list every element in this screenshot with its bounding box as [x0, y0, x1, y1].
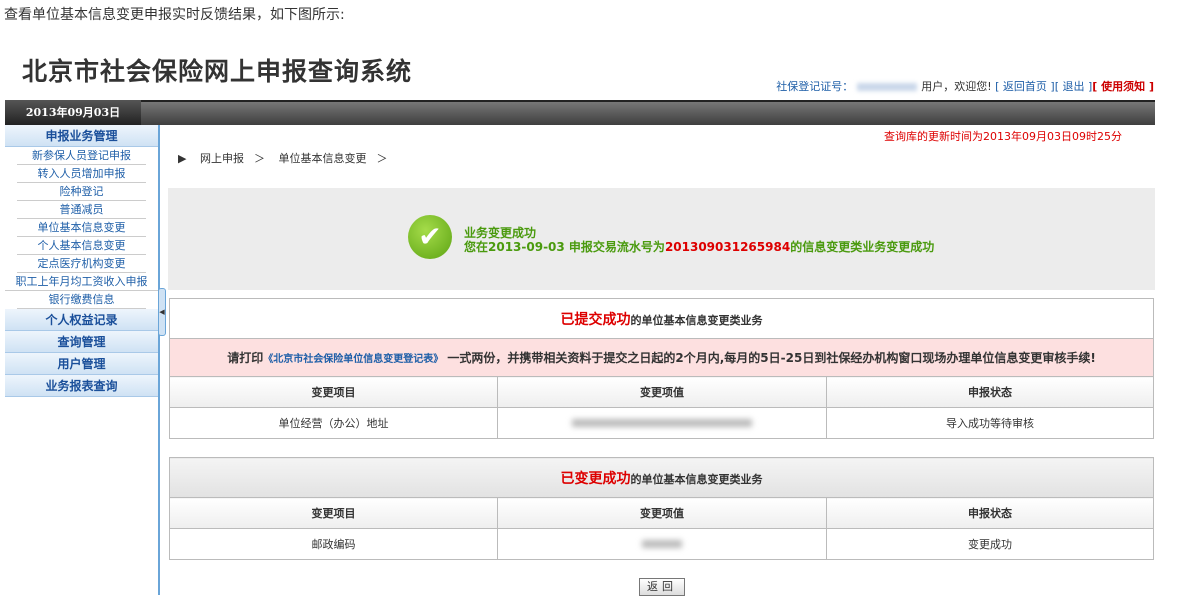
system-title: 北京市社会保险网上申报查询系统 — [22, 57, 413, 86]
notice-link[interactable]: [ 使用须知 ] — [1092, 80, 1154, 93]
declare-status: 变更成功 — [826, 528, 1154, 560]
column-header: 申报状态 — [826, 497, 1154, 529]
notice-post: 一式两份，并携带相关资料于提交之日起的2个月内,每月的5日-25日到社保经办机构… — [443, 351, 1096, 365]
breadcrumb: ▶ 网上申报 ＞ 单位基本信息变更 ＞ — [178, 150, 397, 166]
current-date: 2013年09月03日 — [5, 100, 141, 125]
breadcrumb-arrow-icon: ▶ — [178, 152, 187, 165]
change-item: 邮政编码 — [169, 528, 498, 560]
print-notice: 请打印《北京市社会保险单位信息变更登记表》 一式两份，并携带相关资料于提交之日起… — [169, 338, 1154, 377]
back-button[interactable]: 返回 — [639, 578, 685, 596]
column-header: 变更项目 — [169, 376, 498, 408]
title-status: 已提交成功 — [560, 311, 631, 328]
sidebar-item[interactable]: 定点医疗机构变更 — [17, 255, 146, 273]
success-message: 您在2013-09-03 申报交易流水号为201309031265984的信息变… — [464, 238, 934, 255]
breadcrumb-separator: ＞ — [376, 152, 388, 165]
title-rest: 的单位基本信息变更类业务 — [630, 472, 763, 486]
sidebar-group-users[interactable]: 用户管理 — [5, 353, 158, 375]
sidebar-item[interactable]: 职工上年月均工资收入申报 — [5, 273, 158, 291]
sidebar-item[interactable]: 银行缴费信息 — [17, 291, 146, 309]
breadcrumb-item[interactable]: 网上申报 — [200, 152, 244, 165]
serial-number: 201309031265984 — [664, 240, 791, 254]
breadcrumb-item[interactable]: 单位基本信息变更 — [278, 152, 366, 165]
msg-pre: 您在2013-09-03 申报交易流水号为 — [464, 240, 665, 254]
changed-table: 已变更成功的单位基本信息变更类业务 变更项目 变更项值 申报状态 邮政编码 变更成功 — [169, 457, 1154, 560]
declare-status: 导入成功等待审核 — [826, 407, 1154, 439]
title-rest: 的单位基本信息变更类业务 — [630, 313, 763, 327]
home-link[interactable]: [ 返回首页 ] — [995, 80, 1055, 93]
sidebar-item[interactable]: 险种登记 — [17, 183, 146, 201]
notice-pre: 请打印 — [227, 351, 264, 365]
sidebar-group-rights[interactable]: 个人权益记录 — [5, 309, 158, 331]
logout-link[interactable]: [ 退出 ] — [1055, 80, 1093, 93]
breadcrumb-separator: ＞ — [253, 152, 265, 165]
page-caption: 查看单位基本信息变更申报实时反馈结果，如下图所示: — [4, 7, 345, 23]
column-header: 变更项值 — [497, 376, 827, 408]
welcome-text: 用户，欢迎您! — [921, 80, 992, 93]
collapse-sidebar-handle[interactable]: ◀ — [158, 288, 166, 336]
check-icon: ✔ — [408, 215, 452, 259]
column-header: 申报状态 — [826, 376, 1154, 408]
table-row: 单位经营（办公）地址 导入成功等待审核 — [169, 407, 1154, 439]
submitted-table: 已提交成功的单位基本信息变更类业务 请打印《北京市社会保险单位信息变更登记表》 … — [169, 298, 1154, 439]
title-status: 已变更成功 — [560, 470, 631, 487]
sidebar-group-declaration[interactable]: 申报业务管理 — [5, 125, 158, 147]
table-row: 邮政编码 变更成功 — [169, 528, 1154, 560]
sidebar-item[interactable]: 单位基本信息变更 — [17, 219, 146, 237]
column-header: 变更项值 — [497, 497, 827, 529]
top-bar — [5, 100, 1155, 125]
sidebar: 申报业务管理 新参保人员登记申报 转入人员增加申报 险种登记 普通减员 单位基本… — [5, 125, 160, 595]
sidebar-item[interactable]: 个人基本信息变更 — [17, 237, 146, 255]
msg-post: 的信息变更类业务变更成功 — [790, 240, 935, 254]
print-form-link[interactable]: 《北京市社会保险单位信息变更登记表》 — [263, 354, 443, 365]
sidebar-item[interactable]: 新参保人员登记申报 — [17, 147, 146, 165]
update-time: 查询库的更新时间为2013年09月03日09时25分 — [884, 130, 1122, 143]
cert-number-blurred — [857, 83, 918, 91]
change-value-blurred — [497, 528, 827, 560]
sidebar-item[interactable]: 普通减员 — [17, 201, 146, 219]
sidebar-group-reports[interactable]: 业务报表查询 — [5, 375, 158, 397]
user-info: 社保登记证号： 用户，欢迎您! [ 返回首页 ][ 退出 ][ 使用须知 ] — [776, 78, 1154, 94]
sidebar-group-query[interactable]: 查询管理 — [5, 331, 158, 353]
change-value-blurred — [497, 407, 827, 439]
change-item: 单位经营（办公）地址 — [169, 407, 498, 439]
table-title: 已变更成功的单位基本信息变更类业务 — [169, 457, 1154, 498]
table-title: 已提交成功的单位基本信息变更类业务 — [169, 298, 1154, 339]
sidebar-item[interactable]: 转入人员增加申报 — [17, 165, 146, 183]
cert-label: 社保登记证号： — [776, 80, 854, 93]
column-header: 变更项目 — [169, 497, 498, 529]
